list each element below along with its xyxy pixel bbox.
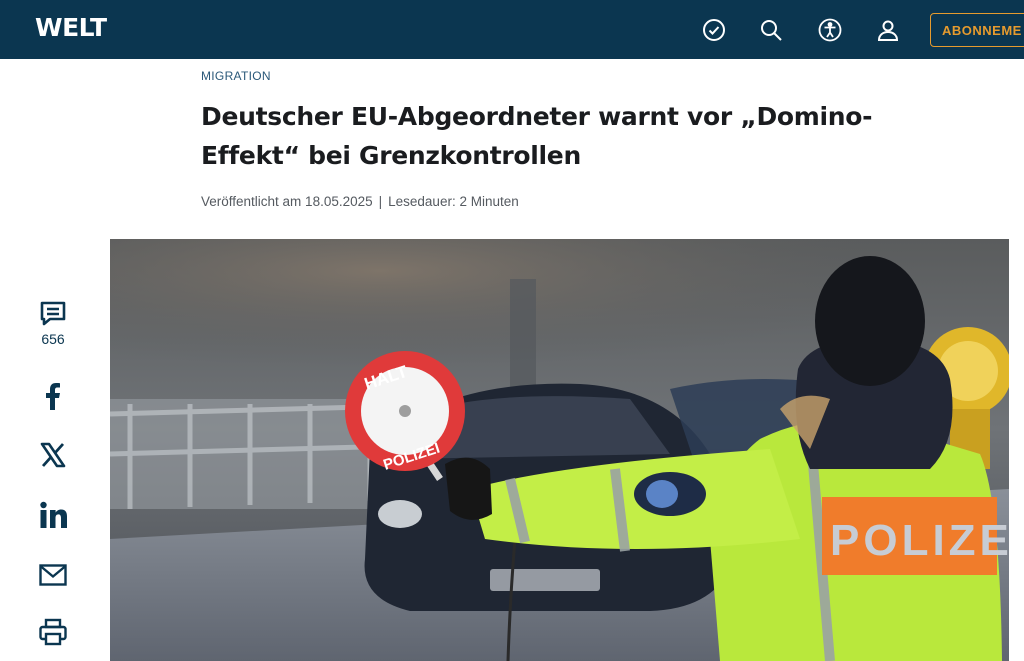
welt-logo[interactable]: WELT [35, 13, 107, 42]
top-navigation-bar: WELT ABONNEME [0, 0, 1024, 59]
reading-time: Lesedauer: 2 Minuten [388, 194, 519, 209]
linkedin-icon [40, 501, 67, 528]
share-linkedin-button[interactable] [30, 500, 76, 530]
share-x-button[interactable] [30, 440, 76, 470]
facebook-icon [46, 383, 60, 410]
hero-image[interactable]: POLIZE HALT POLIZEI [110, 239, 1009, 661]
subscribe-button[interactable]: ABONNEME [930, 13, 1024, 47]
article-meta: Veröffentlicht am 18.05.2025 | Lesedauer: … [201, 194, 519, 209]
share-mail-button[interactable] [30, 560, 76, 590]
vest-label: POLIZE [830, 516, 1009, 565]
user-icon[interactable] [875, 17, 901, 43]
search-icon[interactable] [758, 17, 784, 43]
check-circle-icon[interactable] [701, 17, 727, 43]
article-headline: Deutscher EU-Abgeordneter warnt vor „Dom… [201, 102, 873, 170]
published-date: Veröffentlicht am 18.05.2025 [201, 194, 373, 209]
meta-separator: | [378, 194, 383, 209]
comment-icon [40, 301, 66, 326]
print-button[interactable] [30, 617, 76, 647]
share-facebook-button[interactable] [30, 381, 76, 411]
accessibility-icon[interactable] [817, 17, 843, 43]
article-kicker[interactable]: MIGRATION [201, 69, 271, 83]
police-checkpoint-photo: POLIZE HALT POLIZEI [110, 239, 1009, 661]
mail-icon [39, 564, 67, 586]
print-icon [39, 618, 67, 646]
comments-button[interactable]: 656 [30, 299, 76, 347]
x-icon [40, 442, 66, 468]
comment-count: 656 [41, 331, 65, 347]
